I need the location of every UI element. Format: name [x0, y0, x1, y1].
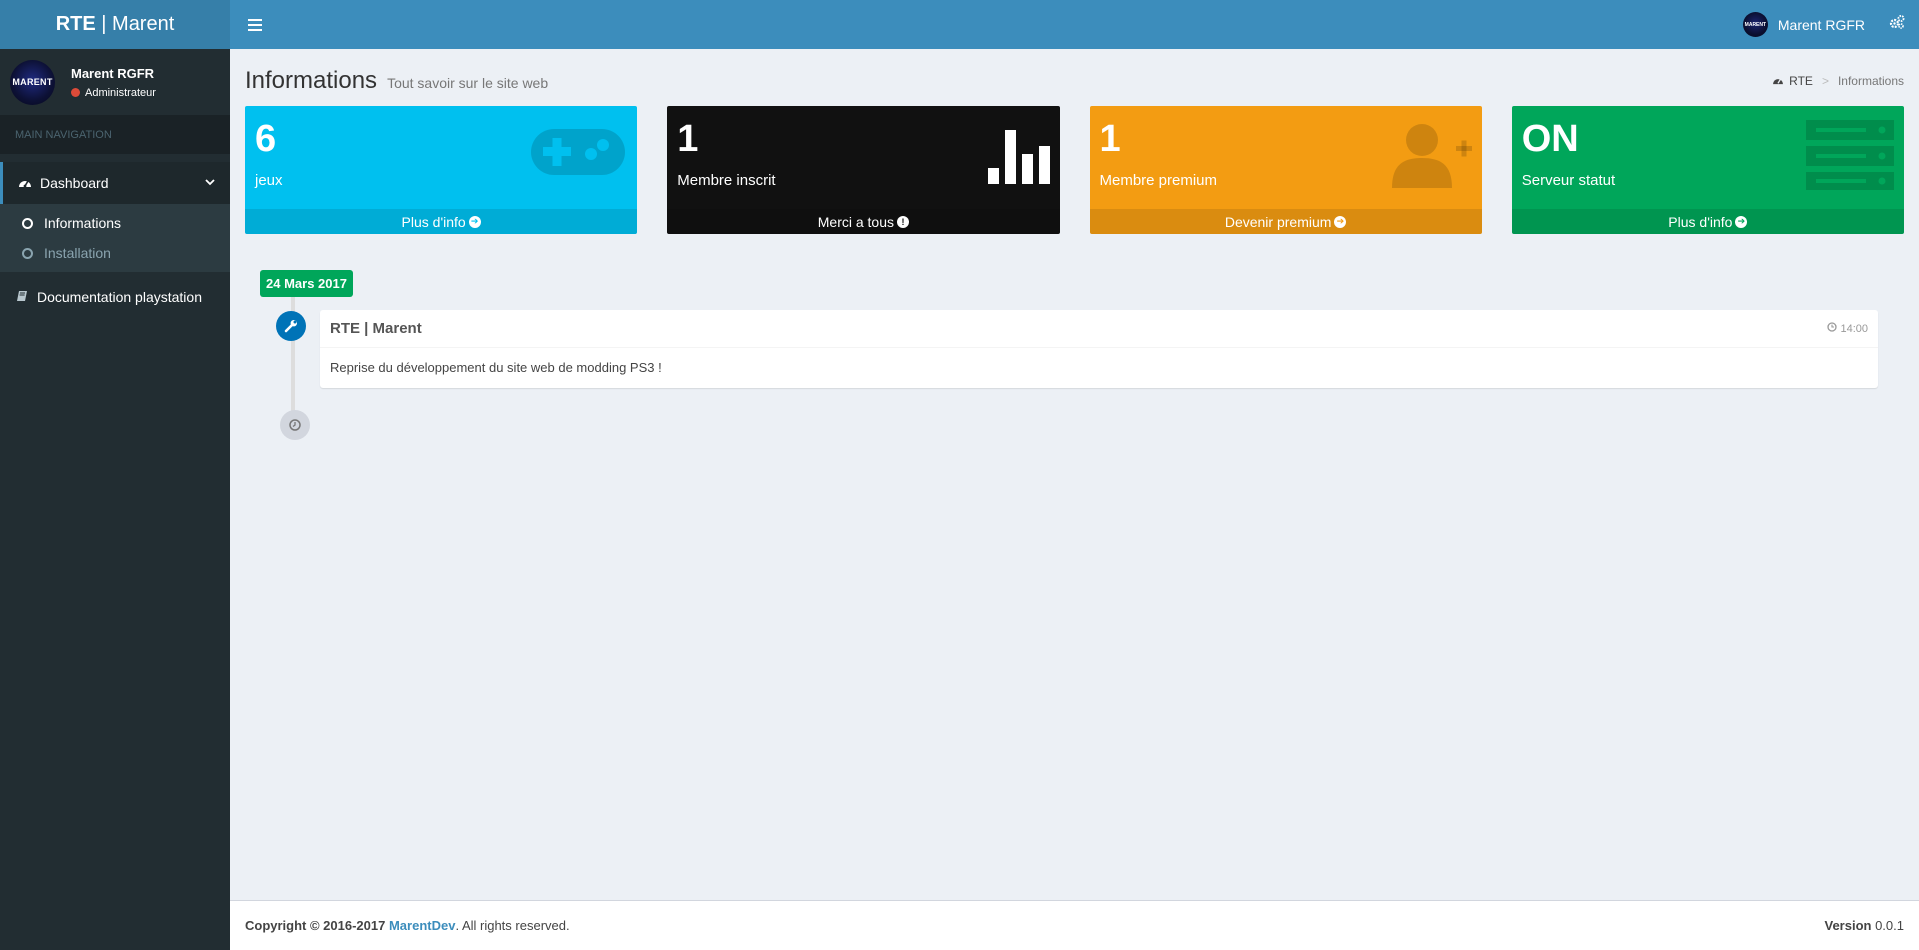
user-menu[interactable]: MARENT Marent RGFR	[1742, 12, 1865, 37]
stat-value: 1	[1099, 118, 1121, 160]
header-user-name: Marent RGFR	[1777, 16, 1865, 33]
circle-icon	[22, 247, 33, 259]
avatar: MARENT	[1742, 12, 1768, 37]
circle-icon	[22, 217, 33, 229]
arrow-circle-right-icon: ➔	[1735, 215, 1748, 228]
stat-value: 1	[677, 118, 699, 160]
gears-icon[interactable]	[1889, 14, 1905, 35]
top-navbar: MARENT Marent RGFR	[230, 0, 1919, 49]
clock-icon	[1827, 322, 1838, 335]
exclamation-circle-icon: !	[897, 215, 909, 228]
breadcrumb: RTE > Informations	[1772, 74, 1904, 88]
chevron-down-icon	[205, 178, 215, 189]
dashboard-icon	[1772, 74, 1784, 88]
breadcrumb-current: Informations	[1837, 73, 1904, 88]
stat-box-games: 6 jeux Plus d'info ➔	[245, 106, 638, 234]
dashboard-submenu: Informations Installation	[0, 204, 230, 272]
status-dot-icon	[71, 88, 80, 97]
stat-label: Serveur statut	[1521, 172, 1616, 189]
app-logo[interactable]: RTE | Marent	[0, 0, 230, 49]
stat-box-server: ON Serveur statut Plus d'info ➔	[1511, 106, 1904, 234]
content-header: Informations Tout savoir sur le site web…	[245, 49, 1904, 106]
stat-value: ON	[1521, 118, 1579, 160]
copyright-suffix: . All rights reserved.	[455, 918, 570, 933]
stat-label: Membre premium	[1099, 172, 1218, 189]
stat-box-premium: 1 Membre premium Devenir premium ➔	[1089, 106, 1482, 234]
version-info: Version 0.0.1	[1824, 918, 1904, 933]
hamburger-icon[interactable]	[246, 18, 264, 32]
timeline-item-title: RTE | Marent	[330, 320, 422, 337]
arrow-circle-right-icon: ➔	[468, 215, 481, 228]
timeline-item-body: Reprise du développement du site web de …	[330, 360, 662, 375]
user-role-label: Administrateur	[85, 86, 156, 99]
sidebar-item-label: Informations	[44, 215, 122, 231]
sidebar-item-dashboard[interactable]: Dashboard	[0, 162, 230, 204]
copyright-prefix: Copyright © 2016-2017	[245, 918, 389, 933]
clock-icon	[280, 410, 310, 440]
main-footer: Copyright © 2016-2017 MarentDev. All rig…	[230, 900, 1919, 950]
breadcrumb-separator: >	[1821, 73, 1829, 88]
more-info-link[interactable]: Plus d'info ➔	[245, 209, 638, 234]
timeline-item: RTE | Marent 14:00 Reprise du développem…	[276, 310, 1878, 388]
sidebar-user-name: Marent RGFR	[71, 65, 155, 81]
version-label: Version	[1824, 918, 1872, 933]
sidebar-item-informations[interactable]: Informations	[0, 208, 230, 238]
sidebar: MARENT Marent RGFR Administrateur MAIN N…	[0, 49, 230, 950]
timeline-card: RTE | Marent 14:00 Reprise du développem…	[320, 310, 1878, 388]
more-info-link[interactable]: Plus d'info ➔	[1511, 209, 1904, 234]
breadcrumb-link-rte[interactable]: RTE	[1789, 74, 1813, 88]
sidebar-item-label: Dashboard	[40, 175, 109, 191]
sidebar-item-documentation[interactable]: Documentation playstation	[0, 276, 230, 318]
become-premium-link[interactable]: Devenir premium ➔	[1089, 209, 1482, 234]
main-header: RTE | Marent MARENT Marent RGFR	[0, 0, 1919, 49]
page-title: Informations	[245, 66, 378, 94]
brand-link[interactable]: MarentDev	[389, 918, 455, 933]
version-number: 0.0.1	[1875, 918, 1904, 933]
wrench-icon	[276, 311, 306, 341]
timeline: 24 Mars 2017 RTE | Marent 14:00 Reprise …	[260, 270, 1904, 440]
stat-value: 6	[255, 118, 277, 160]
sidebar-item-installation[interactable]: Installation	[0, 238, 230, 268]
sidebar-item-label: Installation	[44, 245, 111, 261]
nav-header: MAIN NAVIGATION	[0, 115, 230, 154]
arrow-circle-right-icon: ➔	[1334, 215, 1347, 228]
stat-label: jeux	[255, 172, 283, 189]
user-panel: MARENT Marent RGFR Administrateur	[0, 49, 230, 115]
stat-label: Membre inscrit	[677, 172, 776, 189]
sidebar-item-label: Documentation playstation	[37, 289, 202, 305]
avatar: MARENT	[10, 59, 55, 105]
timeline-item-time: 14:00	[1827, 322, 1868, 335]
timeline-date-label: 24 Mars 2017	[260, 270, 353, 297]
dashboard-icon	[18, 176, 32, 191]
stat-boxes: 6 jeux Plus d'info ➔ 1 Membre inscrit Me…	[245, 106, 1904, 234]
book-icon	[15, 290, 29, 305]
thanks-link[interactable]: Merci a tous !	[667, 209, 1060, 234]
logo-text: | Marent	[95, 13, 175, 35]
content-wrapper: Informations Tout savoir sur le site web…	[230, 49, 1919, 900]
logo-bold: RTE	[55, 13, 96, 35]
page-subtitle: Tout savoir sur le site web	[387, 74, 549, 91]
copyright: Copyright © 2016-2017 MarentDev. All rig…	[245, 918, 570, 933]
stat-box-members: 1 Membre inscrit Merci a tous !	[667, 106, 1060, 234]
user-status: Administrateur	[71, 87, 156, 99]
